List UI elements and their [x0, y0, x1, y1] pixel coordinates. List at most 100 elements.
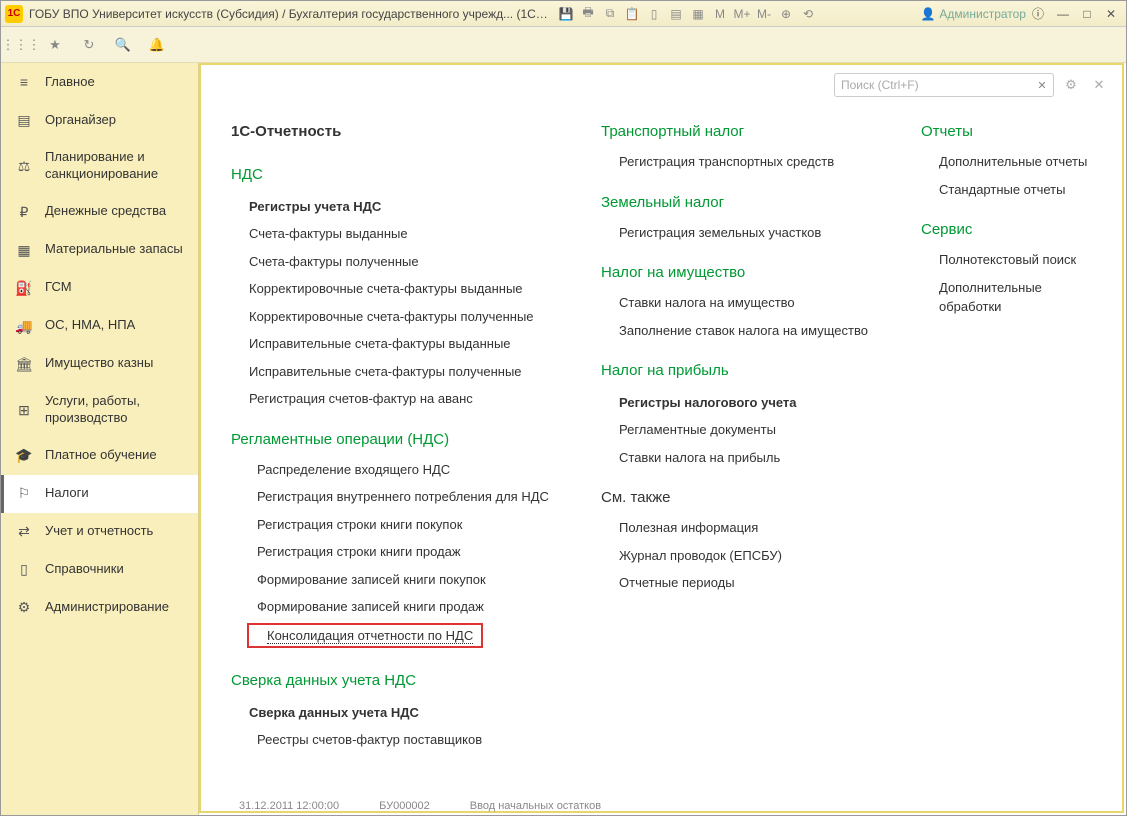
window-title: ГОБУ ВПО Университет искусств (Субсидия)… — [29, 7, 549, 21]
sidebar-item-10[interactable]: ⚐Налоги — [1, 475, 198, 513]
sidebar-item-9[interactable]: 🎓Платное обучение — [1, 437, 198, 475]
clipboard-icon[interactable]: 📋 — [623, 5, 641, 23]
link-zap-stavok-imush[interactable]: Заполнение ставок налога на имущество — [601, 317, 891, 345]
sidebar-label-1: Органайзер — [45, 112, 184, 129]
sub-profit-registers: Регистры налогового учета — [619, 395, 891, 410]
section-nds[interactable]: НДС — [231, 166, 571, 183]
titlebar: 1C ГОБУ ВПО Университет искусств (Субсид… — [1, 1, 1126, 27]
section-property-tax[interactable]: Налог на имущество — [601, 264, 891, 281]
save-icon[interactable]: 💾 — [557, 5, 575, 23]
link-korr-sf-poluchennye[interactable]: Корректировочные счета-фактуры полученны… — [231, 303, 571, 331]
section-service[interactable]: Сервис — [921, 221, 1100, 238]
panel-close-icon[interactable]: ✕ — [1088, 74, 1110, 96]
sidebar-item-0[interactable]: ≡Главное — [1, 63, 198, 101]
link-reg-knp-buy[interactable]: Регистрация строки книги покупок — [231, 511, 571, 539]
sidebar-item-13[interactable]: ⚙Администрирование — [1, 589, 198, 627]
link-sf-vydannye[interactable]: Счета-фактуры выданные — [231, 220, 571, 248]
section-land-tax[interactable]: Земельный налог — [601, 194, 891, 211]
sidebar-item-3[interactable]: ₽Денежные средства — [1, 193, 198, 231]
back-icon[interactable]: ⟲ — [799, 5, 817, 23]
info-icon[interactable]: ⓘ — [1032, 5, 1044, 22]
link-sf-poluchennye[interactable]: Счета-фактуры полученные — [231, 248, 571, 276]
link-reg-land[interactable]: Регистрация земельных участков — [601, 219, 891, 247]
link-korr-sf-vydannye[interactable]: Корректировочные счета-фактуры выданные — [231, 275, 571, 303]
link-ispr-sf-vydannye[interactable]: Исправительные счета-фактуры выданные — [231, 330, 571, 358]
calc-icon[interactable]: ▤ — [667, 5, 685, 23]
link-reg-sf-avans[interactable]: Регистрация счетов-фактур на аванс — [231, 385, 571, 413]
sidebar-icon-4: ▦ — [15, 241, 33, 259]
m-plus-icon[interactable]: M+ — [733, 5, 751, 23]
section-see-also: См. также — [601, 489, 891, 506]
m-icon[interactable]: M — [711, 5, 729, 23]
sidebar-item-8[interactable]: ⊞Услуги, работы, производство — [1, 383, 198, 437]
link-standard-reports[interactable]: Стандартные отчеты — [921, 176, 1100, 204]
link-journal-epsbu[interactable]: Журнал проводок (ЕПСБУ) — [601, 542, 891, 570]
section-1c-reporting[interactable]: 1С-Отчетность — [231, 123, 571, 140]
panel-search: ✕ — [834, 73, 1054, 97]
link-stavki-imush[interactable]: Ставки налога на имущество — [601, 289, 891, 317]
user-badge[interactable]: 👤 Администратор — [920, 7, 1026, 21]
link-konsolidacia-nds-highlighted[interactable]: Консолидация отчетности по НДС — [247, 623, 483, 648]
compare-icon[interactable]: ⧉ — [601, 5, 619, 23]
section-reports[interactable]: Отчеты — [921, 123, 1100, 140]
history-icon[interactable]: ↻ — [77, 33, 101, 57]
sidebar-label-0: Главное — [45, 74, 184, 91]
print-icon[interactable]: 🖶 — [579, 5, 597, 23]
m-minus-icon[interactable]: M- — [755, 5, 773, 23]
link-reg-knp-sell[interactable]: Регистрация строки книги продаж — [231, 538, 571, 566]
link-raspr-nds[interactable]: Распределение входящего НДС — [231, 456, 571, 484]
link-reg-transport[interactable]: Регистрация транспортных средств — [601, 148, 891, 176]
functions-panel: ✕ ⚙ ✕ 1С-Отчетность НДС Регистры учета Н… — [199, 63, 1124, 813]
column-2: Транспортный налог Регистрация транспорт… — [601, 105, 891, 791]
calendar-icon[interactable]: ▦ — [689, 5, 707, 23]
sidebar: ≡Главное▤Органайзер⚖Планирование и санкц… — [1, 63, 199, 815]
link-reestry-sf[interactable]: Реестры счетов-фактур поставщиков — [231, 726, 571, 754]
sidebar-item-4[interactable]: ▦ Материальные запасы — [1, 231, 198, 269]
link-extra-reports[interactable]: Дополнительные отчеты — [921, 148, 1100, 176]
link-reg-vnutr[interactable]: Регистрация внутреннего потребления для … — [231, 483, 571, 511]
link-form-knp-sell[interactable]: Формирование записей книги продаж — [231, 593, 571, 621]
search-icon[interactable]: 🔍 — [111, 33, 135, 57]
settings-icon[interactable]: ⚙ — [1060, 74, 1082, 96]
sidebar-icon-2: ⚖ — [15, 157, 33, 175]
section-transport-tax[interactable]: Транспортный налог — [601, 123, 891, 140]
doc-icon[interactable]: ▯ — [645, 5, 663, 23]
panel-header: ✕ ⚙ ✕ — [201, 65, 1122, 105]
sidebar-item-11[interactable]: ⇄Учет и отчетность — [1, 513, 198, 551]
link-fulltext-search[interactable]: Полнотекстовый поиск — [921, 246, 1100, 274]
sidebar-icon-6: 🚚 — [15, 317, 33, 335]
section-sverka-nds[interactable]: Сверка данных учета НДС — [231, 672, 571, 689]
link-ispr-sf-poluchennye[interactable]: Исправительные счета-фактуры полученные — [231, 358, 571, 386]
link-form-knp-buy[interactable]: Формирование записей книги покупок — [231, 566, 571, 594]
star-icon[interactable]: ★ — [43, 33, 67, 57]
sidebar-item-5[interactable]: ⛽ГСМ — [1, 269, 198, 307]
link-stavki-prib[interactable]: Ставки налога на прибыль — [601, 444, 891, 472]
sidebar-label-6: ОС, НМА, НПА — [45, 317, 184, 334]
sidebar-item-12[interactable]: ▯Справочники — [1, 551, 198, 589]
sidebar-item-2[interactable]: ⚖Планирование и санкционирование — [1, 139, 198, 193]
content: ✕ ⚙ ✕ 1С-Отчетность НДС Регистры учета Н… — [199, 63, 1126, 815]
link-extra-processing[interactable]: Дополнительные обработки — [921, 274, 1100, 321]
close-button[interactable]: ✕ — [1100, 5, 1122, 23]
sidebar-item-1[interactable]: ▤Органайзер — [1, 101, 198, 139]
search-input[interactable] — [834, 73, 1054, 97]
section-profit-tax[interactable]: Налог на прибыль — [601, 362, 891, 379]
section-reglament-nds[interactable]: Регламентные операции (НДС) — [231, 431, 571, 448]
sidebar-label-10: Налоги — [45, 485, 184, 502]
bell-icon[interactable]: 🔔 — [145, 33, 169, 57]
link-reglament-docs[interactable]: Регламентные документы — [601, 416, 891, 444]
sidebar-item-7[interactable]: 🏛Имущество казны — [1, 345, 198, 383]
apps-icon[interactable]: ⋮⋮⋮ — [9, 33, 33, 57]
maximize-button[interactable]: □ — [1076, 5, 1098, 23]
search-clear-button[interactable]: ✕ — [1032, 75, 1052, 95]
link-useful-info[interactable]: Полезная информация — [601, 514, 891, 542]
sidebar-label-4: Материальные запасы — [45, 241, 184, 258]
zoom-in-icon[interactable]: ⊕ — [777, 5, 795, 23]
bg-desc: Ввод начальных остатков — [470, 800, 601, 812]
link-otchet-periods[interactable]: Отчетные периоды — [601, 569, 891, 597]
minimize-button[interactable]: — — [1052, 5, 1074, 23]
sidebar-label-12: Справочники — [45, 561, 184, 578]
bg-code: БУ000002 — [379, 800, 430, 812]
column-1: 1С-Отчетность НДС Регистры учета НДС Сче… — [231, 105, 571, 791]
sidebar-item-6[interactable]: 🚚 ОС, НМА, НПА — [1, 307, 198, 345]
